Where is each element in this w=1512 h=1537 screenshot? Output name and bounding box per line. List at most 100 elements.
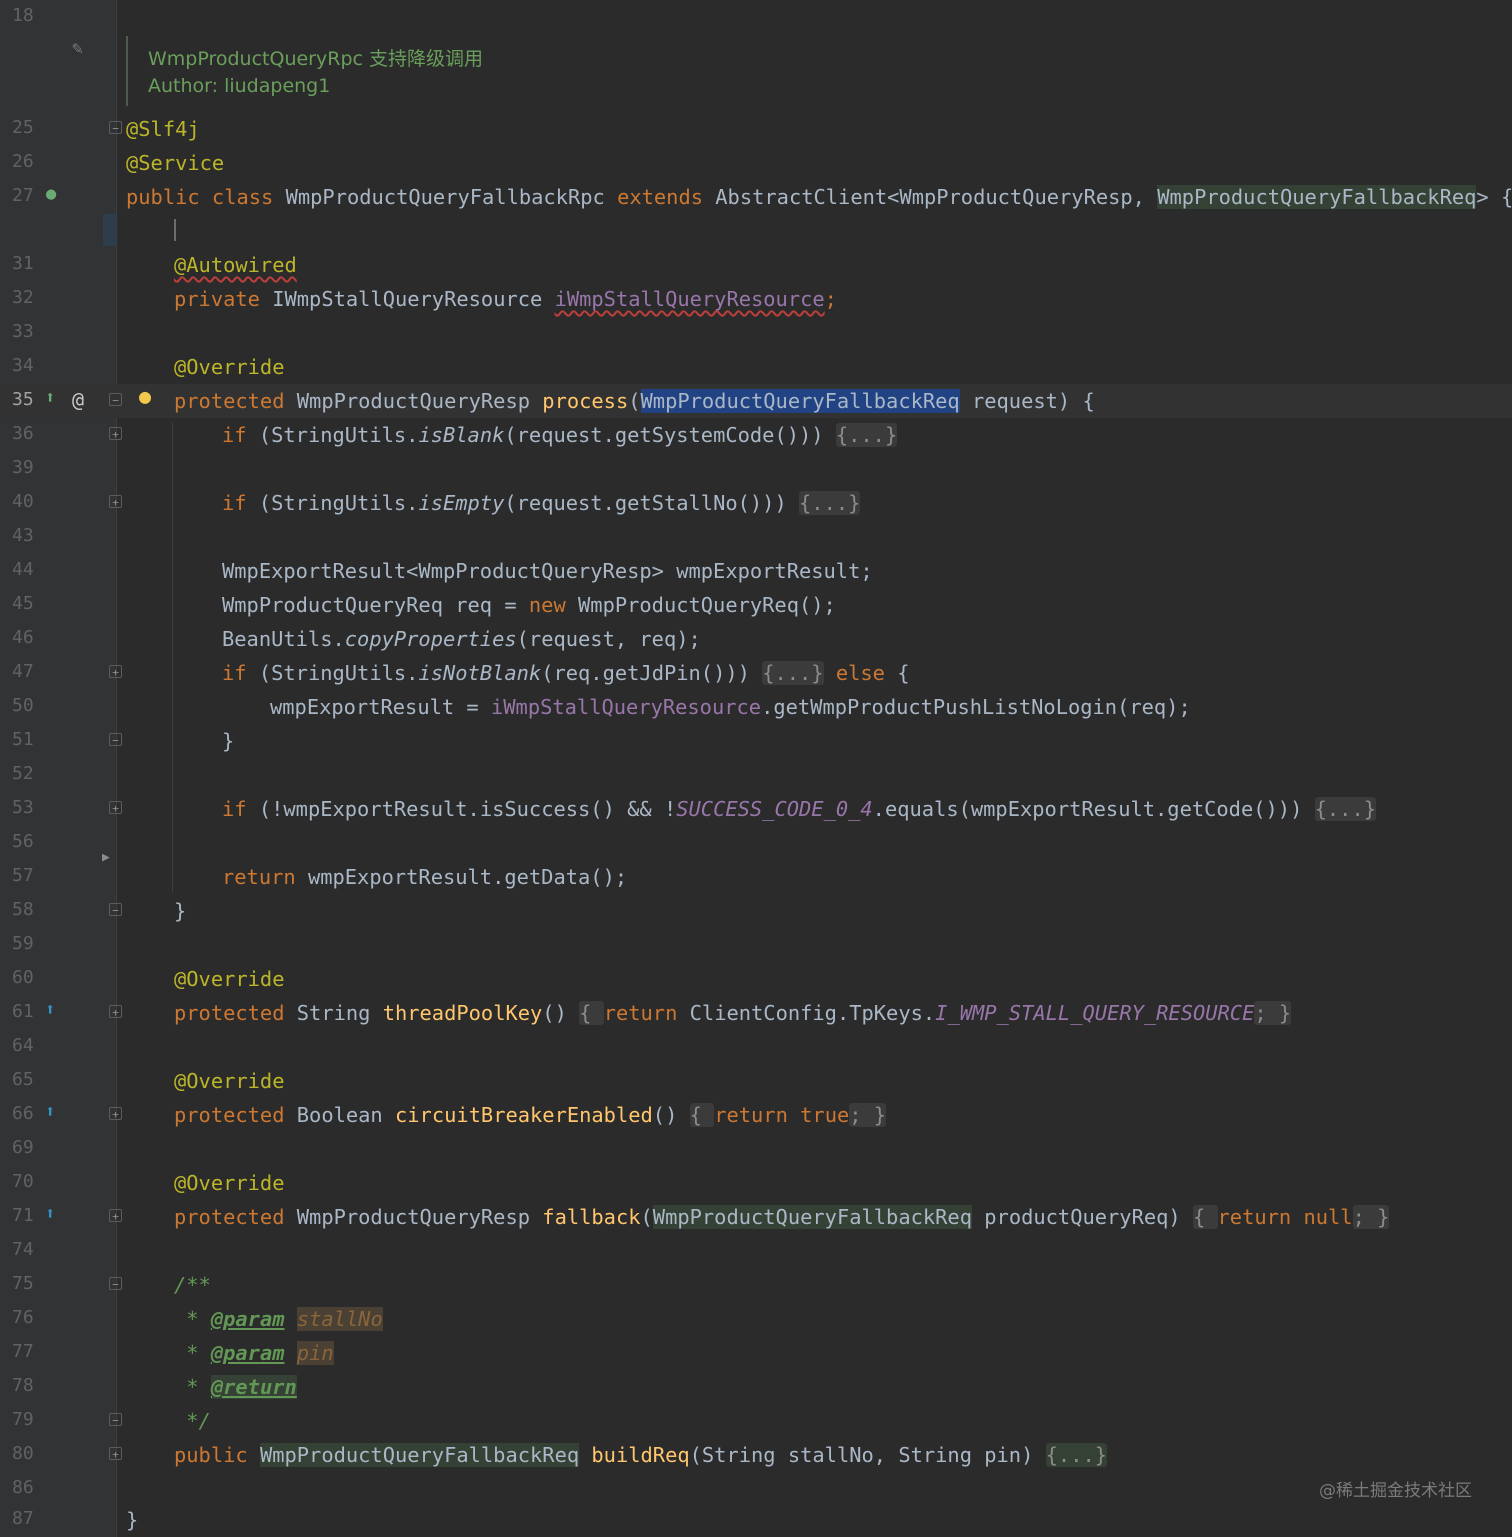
line-number: 69 (12, 1137, 34, 1158)
line-number: 50 (12, 695, 34, 716)
code-line[interactable]: 78 * @return (0, 1370, 1512, 1404)
line-number: 56 (12, 831, 34, 852)
annotation: @Slf4j (126, 117, 200, 141)
line-number: 71 (12, 1205, 34, 1226)
folded-block[interactable]: {...} (762, 661, 824, 685)
annotation: @Service (126, 151, 225, 175)
code-line[interactable]: 39 (0, 452, 1512, 486)
line-number: 31 (12, 253, 34, 274)
line-number: 53 (12, 797, 34, 818)
line-number: 59 (12, 933, 34, 954)
code-line[interactable]: 31 @Autowired (0, 248, 1512, 282)
line-number: 32 (12, 287, 34, 308)
code-line[interactable]: 50 wmpExportResult = iWmpStallQueryResou… (0, 690, 1512, 724)
code-line[interactable]: 25 − @Slf4j (0, 112, 1512, 146)
code-line[interactable]: 69 (0, 1132, 1512, 1166)
code-line[interactable]: 57 return wmpExportResult.getData(); (0, 860, 1512, 894)
code-line[interactable]: 43 (0, 520, 1512, 554)
code-line[interactable]: 76 * @param stallNo (0, 1302, 1512, 1336)
code-line[interactable]: 56 ▶ (0, 826, 1512, 865)
code-line[interactable]: 32 private IWmpStallQueryResource iWmpSt… (0, 282, 1512, 316)
fold-toggle[interactable]: − (109, 903, 122, 917)
line-number: 33 (12, 321, 34, 342)
line-number: 34 (12, 355, 34, 376)
code-line[interactable]: 33 (0, 316, 1512, 350)
code-line[interactable]: 64 (0, 1030, 1512, 1064)
fold-toggle[interactable]: + (109, 495, 122, 509)
folded-block[interactable]: {...} (835, 423, 898, 447)
code-line[interactable]: 61 ⬆ + protected String threadPoolKey() … (0, 996, 1512, 1030)
code-line[interactable]: 27 ● public class WmpProductQueryFallbac… (0, 180, 1512, 214)
line-number: 39 (12, 457, 34, 478)
line-number: 44 (12, 559, 34, 580)
override-up-icon[interactable]: ⬆ (45, 1000, 55, 1020)
fold-toggle[interactable]: + (109, 1209, 122, 1223)
fold-toggle[interactable]: − (109, 733, 122, 747)
code-line[interactable]: 34 @Override (0, 350, 1512, 384)
line-number: 66 (12, 1103, 34, 1124)
line-number: 78 (12, 1375, 34, 1396)
code-line[interactable]: 60 @Override (0, 962, 1512, 996)
fold-toggle[interactable]: + (109, 665, 122, 679)
line-number: 75 (12, 1273, 34, 1294)
override-up-icon[interactable]: ⬆ (45, 1204, 55, 1224)
line-number: 26 (12, 151, 34, 172)
fold-toggle[interactable]: + (109, 1107, 122, 1121)
fold-toggle[interactable]: − (109, 121, 122, 135)
line-number: 87 (12, 1508, 34, 1529)
fold-toggle[interactable]: + (109, 801, 122, 815)
code-line[interactable]: 77 * @param pin (0, 1336, 1512, 1370)
line-number: 64 (12, 1035, 34, 1056)
code-line[interactable]: 66 ⬆ + protected Boolean circuitBreakerE… (0, 1098, 1512, 1132)
code-line[interactable]: 58 − } (0, 894, 1512, 928)
code-line[interactable]: 59 (0, 928, 1512, 962)
lightbulb-icon[interactable]: ● (139, 384, 151, 408)
code-line[interactable]: 44 WmpExportResult<WmpProductQueryResp> … (0, 554, 1512, 588)
fold-toggle[interactable]: + (109, 427, 122, 441)
folded-block[interactable]: {...} (799, 491, 861, 515)
code-line[interactable]: 40 + if (StringUtils.isEmpty(request.get… (0, 486, 1512, 520)
line-number: 35 (12, 389, 34, 410)
code-line[interactable]: 75 − /** (0, 1268, 1512, 1302)
spring-bean-icon[interactable]: ● (46, 184, 56, 204)
folded-block[interactable]: {...} (1045, 1443, 1108, 1467)
fold-toggle[interactable]: + (109, 1447, 122, 1461)
line-number: 74 (12, 1239, 34, 1260)
code-line[interactable]: 45 WmpProductQueryReq req = new WmpProdu… (0, 588, 1512, 622)
line-number: 58 (12, 899, 34, 920)
code-line[interactable]: 52 (0, 758, 1512, 792)
fold-toggle[interactable]: − (109, 1413, 122, 1427)
code-line[interactable]: 87 } (0, 1503, 1512, 1537)
at-icon[interactable]: @ (72, 388, 84, 412)
override-up-icon[interactable]: ⬆ (45, 388, 55, 408)
line-number: 51 (12, 729, 34, 750)
line-number: 86 (12, 1477, 34, 1498)
code-line[interactable]: 86 (0, 1472, 1512, 1506)
code-line[interactable]: 71 ⬆ + protected WmpProductQueryResp fal… (0, 1200, 1512, 1234)
code-line[interactable]: 80 + public WmpProductQueryFallbackReq b… (0, 1438, 1512, 1472)
watermark: @稀土掘金技术社区 (1319, 1481, 1472, 1501)
code-line[interactable]: 53 + if (!wmpExportResult.isSuccess() &&… (0, 792, 1512, 826)
code-line-current[interactable]: 35 ⬆ @ − ● protected WmpProductQueryResp… (0, 384, 1512, 418)
code-line[interactable]: 79 − */ (0, 1404, 1512, 1438)
code-line[interactable]: 26 @Service (0, 146, 1512, 180)
line-number: 27 (12, 185, 34, 206)
override-up-icon[interactable]: ⬆ (45, 1102, 55, 1122)
line-number: 47 (12, 661, 34, 682)
line-number: 79 (12, 1409, 34, 1430)
fold-toggle[interactable]: − (109, 1277, 122, 1291)
code-line[interactable]: 65 @Override (0, 1064, 1512, 1098)
fold-toggle[interactable]: + (109, 1005, 122, 1019)
fold-toggle[interactable]: − (109, 393, 122, 407)
code-line[interactable]: 36 + if (StringUtils.isBlank(request.get… (0, 418, 1512, 452)
code-line[interactable]: 70 @Override (0, 1166, 1512, 1200)
code-line[interactable]: 46 BeanUtils.copyProperties(request, req… (0, 622, 1512, 656)
code-line[interactable]: 74 (0, 1234, 1512, 1268)
selected-text: WmpProductQueryFallbackReq (640, 389, 960, 413)
folded-block[interactable]: {...} (1314, 797, 1377, 821)
line-number: 36 (12, 423, 34, 444)
code-line[interactable]: 51 − } (0, 724, 1512, 758)
line-number: 77 (12, 1341, 34, 1362)
code-line[interactable]: 47 + if (StringUtils.isNotBlank(req.getJ… (0, 656, 1512, 690)
line-number: 70 (12, 1171, 34, 1192)
